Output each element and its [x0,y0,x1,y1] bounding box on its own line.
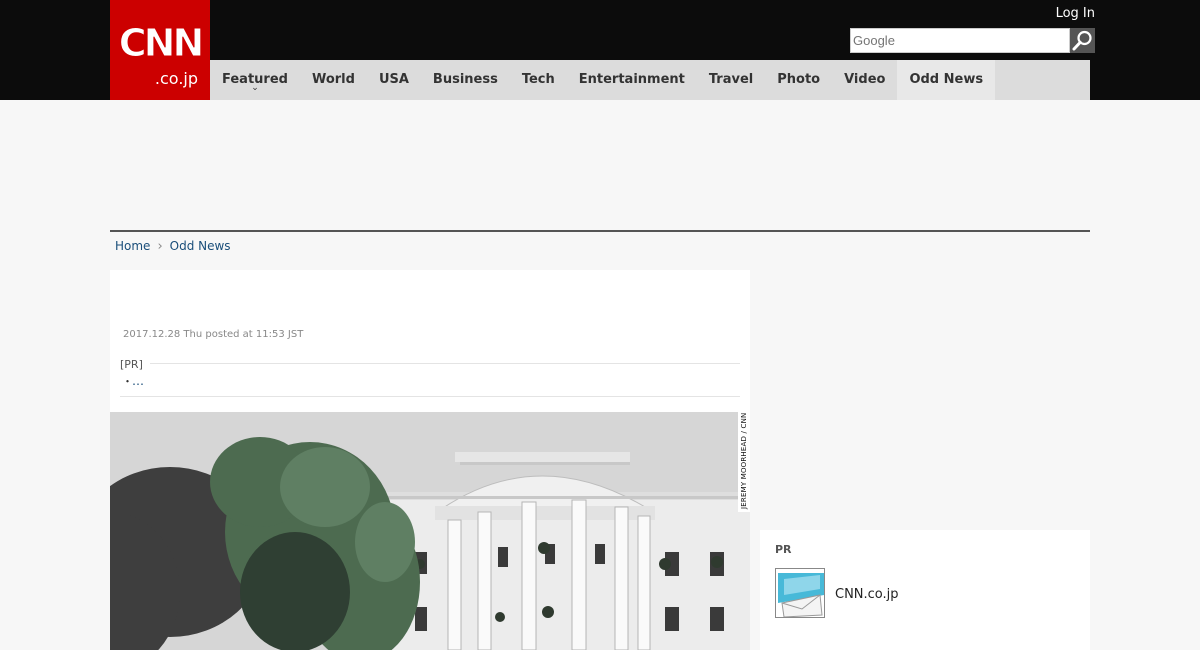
logo-wordmark: CNN [118,21,205,65]
sidebar-pr-box: PR CNN.co.jp [760,530,1090,650]
nav-item-featured[interactable]: Featured ⌄ [210,60,300,100]
cnn-logo[interactable]: CNN .co.jp [110,0,210,100]
chevron-down-icon: ⌄ [251,83,259,93]
breadcrumb-odd-news[interactable]: Odd News [170,239,231,253]
nav-item-entertainment[interactable]: Entertainment [567,60,697,100]
white-house-photo [110,412,750,650]
search-button[interactable] [1070,28,1095,53]
article-card: 2017.12.28 Thu posted at 11:53 JST [PR] … [110,270,750,650]
nav-item-video[interactable]: Video [832,60,897,100]
search-input[interactable] [850,28,1070,53]
nav-item-odd-news[interactable]: Odd News [897,60,996,100]
section-divider [110,230,1090,232]
nav-item-world[interactable]: World [300,60,367,100]
nav-item-travel[interactable]: Travel [697,60,765,100]
nav-item-tech[interactable]: Tech [510,60,567,100]
nav-item-photo[interactable]: Photo [765,60,832,100]
nav-item-usa[interactable]: USA [367,60,421,100]
article-date: 2017.12.28 Thu posted at 11:53 JST [123,329,304,340]
chevron-right-icon: › [157,238,163,254]
sidebar-pr-label: PR [775,543,792,556]
photo-credit: JEREMY MOORHEAD / CNN [738,412,750,512]
pr-ad-link[interactable]: … [132,374,144,388]
header-bar: CNN .co.jp Log In Featured ⌄ World USA B… [0,0,1200,100]
main-nav: Featured ⌄ World USA Business Tech Enter… [210,60,1090,100]
divider [150,363,740,364]
logo-domain: .co.jp [154,69,198,88]
nav-item-business[interactable]: Business [421,60,510,100]
login-link[interactable]: Log In [1040,6,1095,22]
search-icon [1072,30,1092,51]
photo-credit-text: JEREMY MOORHEAD / CNN [740,412,748,509]
mail-icon [776,569,824,617]
pr-item-title[interactable]: CNN.co.jp [835,587,899,602]
article-photo: JEREMY MOORHEAD / CNN [110,412,750,650]
pr-thumbnail[interactable] [775,568,825,618]
breadcrumb: Home › Odd News [115,237,231,255]
pr-label: [PR] [120,358,143,371]
divider [120,396,740,397]
breadcrumb-home[interactable]: Home [115,239,150,253]
